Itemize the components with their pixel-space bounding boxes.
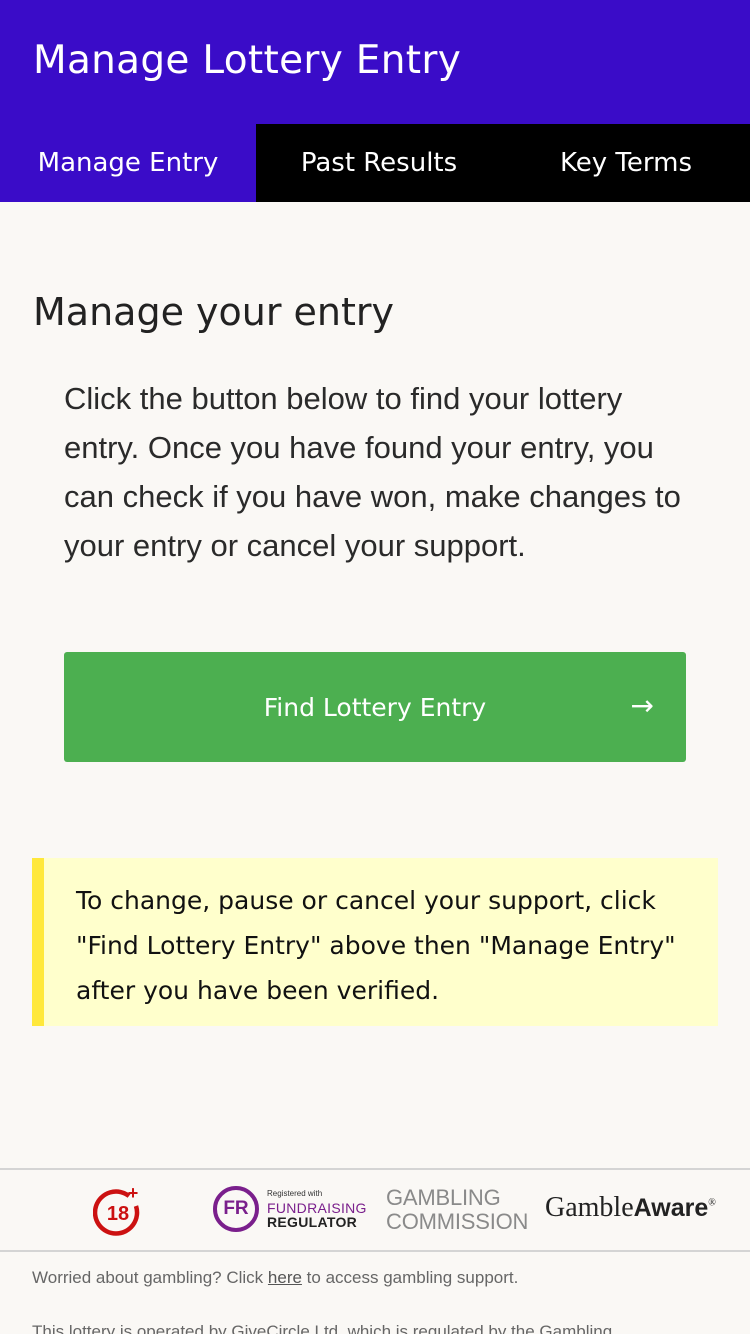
app-header: Manage Lottery Entry <box>0 0 750 124</box>
tab-past-results[interactable]: Past Results <box>256 124 502 202</box>
tab-key-terms[interactable]: Key Terms <box>502 124 750 202</box>
fr-small-text: Registered with <box>267 1189 323 1198</box>
find-lottery-entry-label: Find Lottery Entry <box>263 692 487 722</box>
worried-prefix: Worried about gambling? Click <box>32 1268 268 1287</box>
gc-line2: COMMISSION <box>386 1209 529 1234</box>
footer-logos: 18 + FR Registered with FUNDRAISING REGU… <box>0 1168 750 1252</box>
gambling-commission-logo[interactable]: GAMBLING COMMISSION <box>386 1186 541 1234</box>
gc-line1: GAMBLING <box>386 1185 501 1210</box>
ga-registered-mark: ® <box>708 1197 716 1209</box>
gambling-support-text: Worried about gambling? Click here to ac… <box>32 1268 518 1288</box>
age-18-text: 18 <box>107 1203 129 1225</box>
fr-big-text: REGULATOR <box>267 1214 358 1230</box>
age-plus-text: + <box>128 1184 139 1203</box>
right-arrow-icon: → <box>630 689 654 722</box>
find-lottery-entry-button[interactable]: Find Lottery Entry → <box>64 652 686 762</box>
info-notice: To change, pause or cancel your support,… <box>32 858 718 1026</box>
intro-text: Click the button below to find your lott… <box>64 381 681 563</box>
fr-mark-icon: FR <box>213 1186 259 1232</box>
age-18-icon: 18 + <box>92 1183 143 1236</box>
section-title: Manage your entry <box>33 290 395 334</box>
gambling-support-link[interactable]: here <box>268 1268 302 1287</box>
fr-text-block: Registered with FUNDRAISING REGULATOR <box>267 1189 367 1230</box>
fr-mid-text: FUNDRAISING <box>267 1200 367 1216</box>
page-header-title: Manage Lottery Entry <box>33 38 462 83</box>
tab-bar: Manage Entry Past Results Key Terms <box>0 124 750 202</box>
ga-part1: Gamble <box>545 1192 634 1223</box>
fundraising-regulator-logo[interactable]: FR Registered with FUNDRAISING REGULATOR <box>213 1184 368 1234</box>
worried-suffix: to access gambling support. <box>301 1268 519 1287</box>
ga-part2: Aware <box>633 1194 709 1222</box>
gambleaware-logo[interactable]: GambleAware® <box>545 1192 745 1232</box>
notice-text: To change, pause or cancel your support,… <box>76 886 676 1005</box>
tab-manage-entry[interactable]: Manage Entry <box>0 124 256 202</box>
operator-text: This lottery is operated by GiveCircle L… <box>32 1322 613 1334</box>
